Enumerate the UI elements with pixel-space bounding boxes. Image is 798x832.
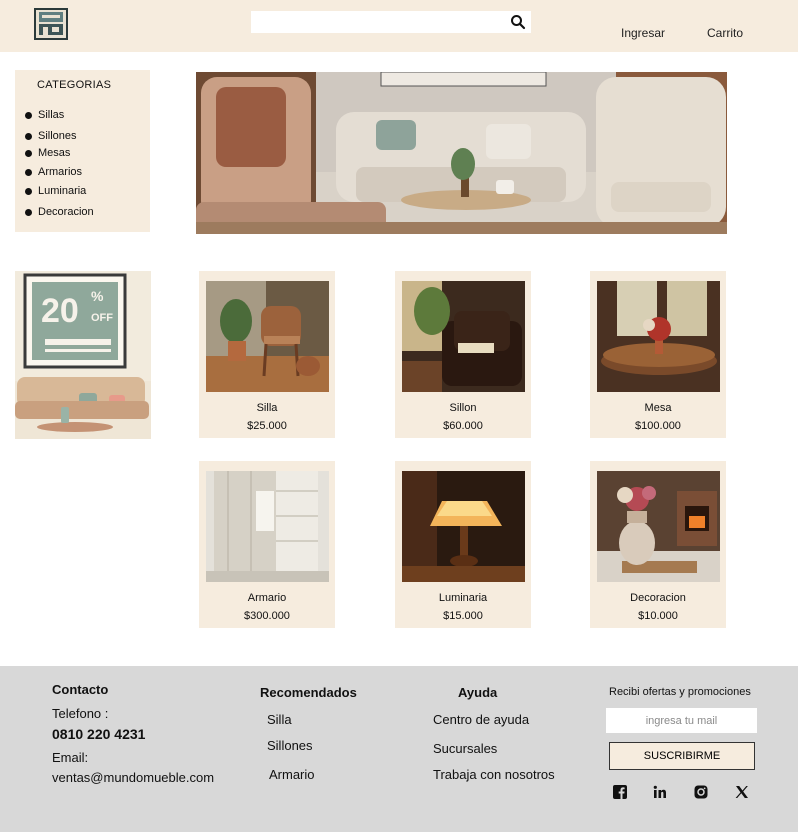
x-icon[interactable] [734,784,750,800]
promo-percent-sign: % [91,288,104,304]
newsletter-title: Recibi ofertas y promociones [609,686,751,698]
product-price: $25.000 [247,420,287,432]
product-card[interactable]: Mesa $100.000 [590,271,726,438]
bullet-icon [25,111,32,119]
instagram-icon[interactable] [693,784,709,800]
product-image-decoracion[interactable] [597,471,720,582]
product-name: Sillon [449,402,477,414]
help-link-jobs[interactable]: Trabaja con nosotros [433,767,555,782]
newsletter-email-input[interactable] [606,708,757,733]
contact-title: Contacto [52,682,109,697]
help-title: Ayuda [458,685,498,700]
discount-banner-image[interactable]: 20 % OFF [15,271,151,439]
recommended-link-armario[interactable]: Armario [269,767,315,782]
product-name: Silla [256,402,278,414]
recommended-title: Recomendados [260,685,357,700]
subscribe-button[interactable]: SUSCRIBIRME [609,742,755,770]
category-item-decoracion[interactable]: Decoracion [25,206,94,218]
bullet-icon [25,132,32,140]
category-item-mesas[interactable]: Mesas [25,147,70,159]
help-link-center[interactable]: Centro de ayuda [433,712,529,727]
search-bar[interactable] [251,11,531,33]
recommended-link-silla[interactable]: Silla [267,712,292,727]
category-item-sillas[interactable]: Sillas [25,109,64,121]
product-price: $15.000 [443,610,483,622]
category-label: Decoracion [38,206,94,218]
bullet-icon [25,208,32,216]
product-name: Mesa [644,402,672,414]
promo-off-text: OFF [91,312,113,324]
login-link[interactable]: Ingresar [621,26,665,40]
category-item-armarios[interactable]: Armarios [25,166,82,178]
storefront-logo-icon[interactable] [34,8,68,40]
product-name: Luminaria [438,592,488,604]
recommended-link-sillones[interactable]: Sillones [267,738,313,753]
category-item-luminaria[interactable]: Luminaria [25,185,86,197]
product-card[interactable]: Luminaria $15.000 [395,461,531,628]
search-input[interactable] [257,11,511,33]
promo-discount-number: 20 [41,292,79,330]
phone-label: Telefono : [52,706,109,721]
product-price: $10.000 [638,610,678,622]
category-label: Armarios [38,166,83,178]
product-card[interactable]: Armario $300.000 [199,461,335,628]
product-card[interactable]: Silla $25.000 [199,271,335,438]
email-link[interactable]: ventas@mundomueble.com [52,770,214,785]
category-label: Sillas [38,109,65,121]
product-name: Decoracion [630,592,686,604]
category-label: Mesas [38,147,71,159]
linkedin-icon[interactable] [652,784,668,800]
phone-number: 0810 220 4231 [52,726,146,742]
bullet-icon [25,149,32,157]
help-link-branches[interactable]: Sucursales [433,741,497,756]
product-card[interactable]: Sillon $60.000 [395,271,531,438]
living-room-banner-image[interactable] [196,72,727,234]
product-price: $60.000 [443,420,483,432]
bullet-icon [25,187,32,195]
category-item-sillones[interactable]: Sillones [25,130,77,142]
category-label: Sillones [38,130,77,142]
search-icon[interactable] [510,14,526,30]
bullet-icon [25,168,32,176]
cart-link[interactable]: Carrito [707,26,743,40]
product-image-sillon[interactable] [402,281,525,392]
product-price: $100.000 [635,420,681,432]
product-card[interactable]: Decoracion $10.000 [590,461,726,628]
email-label: Email: [52,750,89,765]
product-name: Armario [247,592,287,604]
product-image-silla[interactable] [206,281,329,392]
product-image-armario[interactable] [206,471,329,582]
product-price: $300.000 [244,610,290,622]
facebook-icon[interactable] [612,784,628,800]
category-label: Luminaria [38,185,87,197]
product-image-luminaria[interactable] [402,471,525,582]
categories-title: CATEGORIAS [37,79,112,91]
product-image-mesa[interactable] [597,281,720,392]
